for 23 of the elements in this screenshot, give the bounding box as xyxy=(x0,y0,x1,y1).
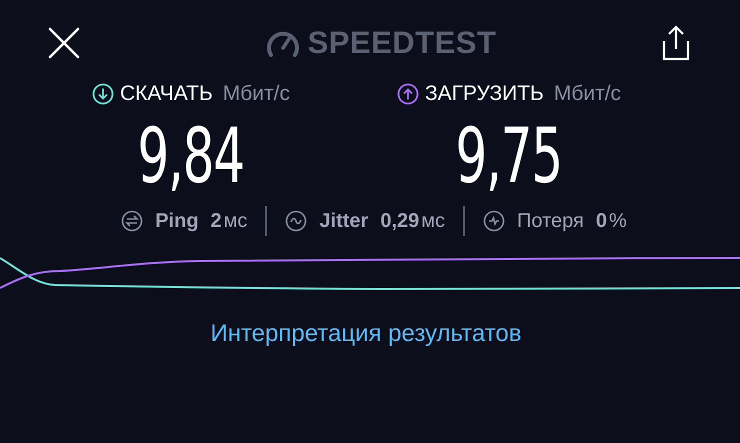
pulse-icon xyxy=(483,210,506,232)
ping-icon xyxy=(121,210,144,232)
stat-label: Потеря xyxy=(517,210,584,232)
close-button[interactable] xyxy=(48,27,80,59)
wave-icon xyxy=(285,210,308,232)
stat-label: Jitter xyxy=(319,210,368,232)
result-label: ЗАГРУЗИТЬ xyxy=(424,82,544,106)
result-label: СКАЧАТЬ xyxy=(120,82,213,106)
results-link[interactable]: Интерпретация результатов xyxy=(210,320,522,348)
stat-value: 0% xyxy=(596,210,627,232)
speed-value: 9,75 xyxy=(456,118,562,194)
speed-value: 9,84 xyxy=(138,118,244,194)
stat-label: Ping xyxy=(155,210,199,232)
app-title: SPEEDTEST xyxy=(308,25,496,61)
download-icon xyxy=(92,83,114,105)
stat-value: 0,29мс xyxy=(380,210,446,232)
unit-label: Мбит/с xyxy=(554,82,622,106)
upload-icon xyxy=(396,83,419,105)
share-icon xyxy=(662,25,690,61)
unit-label: Мбит/с xyxy=(222,82,290,106)
stat-value: 2мс xyxy=(210,210,248,232)
share-button[interactable] xyxy=(662,25,690,61)
close-icon xyxy=(48,27,80,59)
